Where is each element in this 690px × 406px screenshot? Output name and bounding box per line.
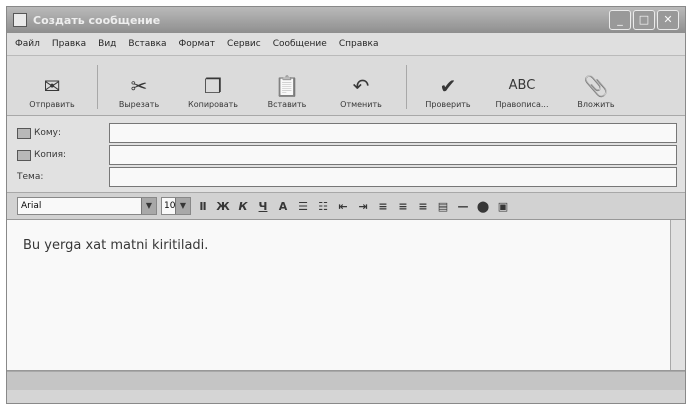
title-bar: Создать сообщение _ □ ✕: [7, 7, 685, 33]
cut-icon: ✂: [130, 74, 148, 98]
hyperlink-icon[interactable]: ⬤: [475, 200, 491, 213]
cc-label[interactable]: Копия:: [17, 149, 109, 161]
paragraph-style-icon[interactable]: Ⅱ: [195, 200, 211, 213]
maximize-button[interactable]: □: [633, 10, 655, 30]
minimize-button[interactable]: _: [609, 10, 631, 30]
align-left-icon[interactable]: ≡: [375, 200, 391, 213]
toolbar-separator: [97, 65, 98, 109]
toolbar: ✉ Отправить ✂ Вырезать ❐ Копировать 📋 Вс…: [7, 56, 685, 116]
new-message-icon: [13, 13, 27, 27]
menu-insert[interactable]: Вставка: [128, 39, 166, 49]
address-book-icon: [17, 127, 31, 139]
font-select[interactable]: Arial ▼: [17, 197, 157, 215]
paste-button[interactable]: 📋 Вставить: [252, 72, 322, 109]
increase-indent-icon[interactable]: ⇥: [355, 200, 371, 213]
align-right-icon[interactable]: ≡: [415, 200, 431, 213]
menu-view[interactable]: Вид: [98, 39, 116, 49]
decrease-indent-icon[interactable]: ⇤: [335, 200, 351, 213]
menu-format[interactable]: Формат: [179, 39, 216, 49]
cc-input[interactable]: [109, 145, 677, 165]
paste-icon: 📋: [274, 74, 300, 98]
cut-button[interactable]: ✂ Вырезать: [104, 72, 174, 109]
justify-icon[interactable]: ▤: [435, 200, 451, 213]
horizontal-line-icon[interactable]: —: [455, 200, 471, 213]
vertical-scrollbar[interactable]: [670, 220, 685, 370]
menu-tools[interactable]: Сервис: [227, 39, 261, 49]
attach-icon: 📎: [583, 74, 609, 98]
message-body[interactable]: Bu yerga xat matni kiritiladi.: [7, 220, 685, 371]
chevron-down-icon: ▼: [141, 198, 156, 214]
underline-icon[interactable]: Ч: [255, 200, 271, 213]
bullet-list-icon[interactable]: ☷: [315, 200, 331, 213]
chevron-down-icon: ▼: [175, 198, 190, 214]
undo-button[interactable]: ↶ Отменить: [326, 72, 396, 109]
format-toolbar: Arial ▼ 10 ▼ Ⅱ Ж К Ч A ☰ ☷ ⇤ ⇥ ≡ ≡ ≡ ▤ —…: [7, 193, 685, 220]
attach-button[interactable]: 📎 Вложить: [561, 72, 631, 109]
undo-icon: ↶: [352, 74, 370, 98]
send-icon: ✉: [43, 74, 61, 98]
to-label[interactable]: Кому:: [17, 127, 109, 139]
window-title: Создать сообщение: [33, 13, 161, 27]
menu-help[interactable]: Справка: [339, 39, 379, 49]
menu-file[interactable]: Файл: [15, 39, 40, 49]
menu-edit[interactable]: Правка: [52, 39, 86, 49]
menu-message[interactable]: Сообщение: [273, 39, 327, 49]
copy-icon: ❐: [204, 74, 222, 98]
check-names-button[interactable]: ✔ Проверить: [413, 72, 483, 109]
to-input[interactable]: [109, 123, 677, 143]
address-fields: Кому: Копия: Тема:: [7, 116, 685, 193]
italic-icon[interactable]: К: [235, 200, 251, 213]
align-center-icon[interactable]: ≡: [395, 200, 411, 213]
subject-input[interactable]: [109, 167, 677, 187]
check-names-icon: ✔: [439, 74, 457, 98]
insert-picture-icon[interactable]: ▣: [495, 200, 511, 213]
toolbar-separator: [406, 65, 407, 109]
send-button[interactable]: ✉ Отправить: [17, 72, 87, 109]
new-message-window: Создать сообщение _ □ ✕ Файл Правка Вид …: [6, 6, 686, 404]
font-color-icon[interactable]: A: [275, 200, 291, 213]
address-book-icon: [17, 149, 31, 161]
subject-label: Тема:: [17, 172, 44, 182]
spelling-button[interactable]: ABC Правописа...: [487, 72, 557, 109]
font-size-select[interactable]: 10 ▼: [161, 197, 191, 215]
bold-icon[interactable]: Ж: [215, 200, 231, 213]
numbered-list-icon[interactable]: ☰: [295, 200, 311, 213]
spelling-icon: ABC: [508, 78, 536, 93]
copy-button[interactable]: ❐ Копировать: [178, 72, 248, 109]
body-text: Bu yerga xat matni kiritiladi.: [23, 238, 209, 253]
close-button[interactable]: ✕: [657, 10, 679, 30]
status-bar: [7, 371, 685, 390]
menu-bar: Файл Правка Вид Вставка Формат Сервис Со…: [7, 33, 685, 56]
